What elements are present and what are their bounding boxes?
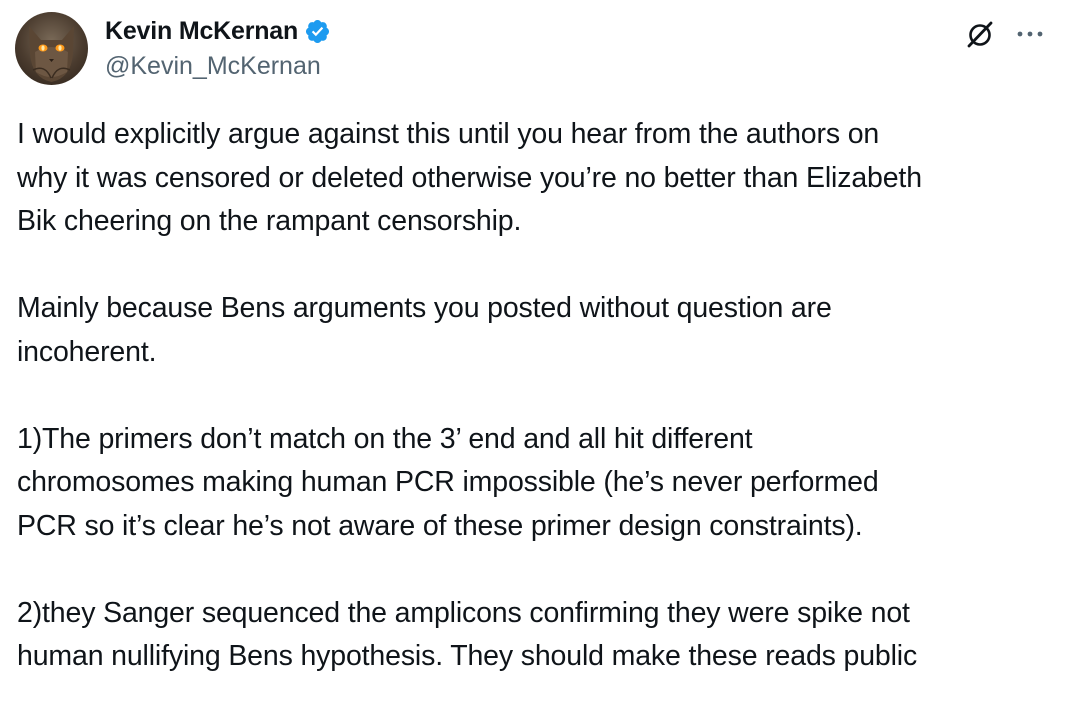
tweet-text: I would explicitly argue against this un… bbox=[17, 113, 1057, 722]
tweet-paragraph: Mainly because Bens arguments you posted… bbox=[17, 292, 832, 368]
author-name-row: Kevin McKernan bbox=[105, 14, 331, 48]
more-options-button[interactable] bbox=[1012, 16, 1048, 52]
tweet-paragraph: 1)The primers don’t match on the 3’ end … bbox=[17, 422, 879, 542]
author-display-name[interactable]: Kevin McKernan bbox=[105, 17, 298, 46]
avatar[interactable] bbox=[15, 12, 88, 85]
cat-avatar-image bbox=[29, 26, 74, 82]
more-dots-icon bbox=[1017, 31, 1043, 37]
tweet-paragraph: 2)they Sanger sequenced the amplicons co… bbox=[17, 596, 918, 673]
verified-badge-icon[interactable] bbox=[304, 18, 331, 45]
tweet-paragraph: I would explicitly argue against this un… bbox=[17, 118, 922, 237]
grok-button[interactable] bbox=[962, 16, 998, 52]
tweet: Kevin McKernan @Kevin_McKernan I would e… bbox=[0, 0, 1066, 675]
author-handle[interactable]: @Kevin_McKernan bbox=[105, 52, 321, 81]
grok-icon bbox=[967, 21, 993, 48]
